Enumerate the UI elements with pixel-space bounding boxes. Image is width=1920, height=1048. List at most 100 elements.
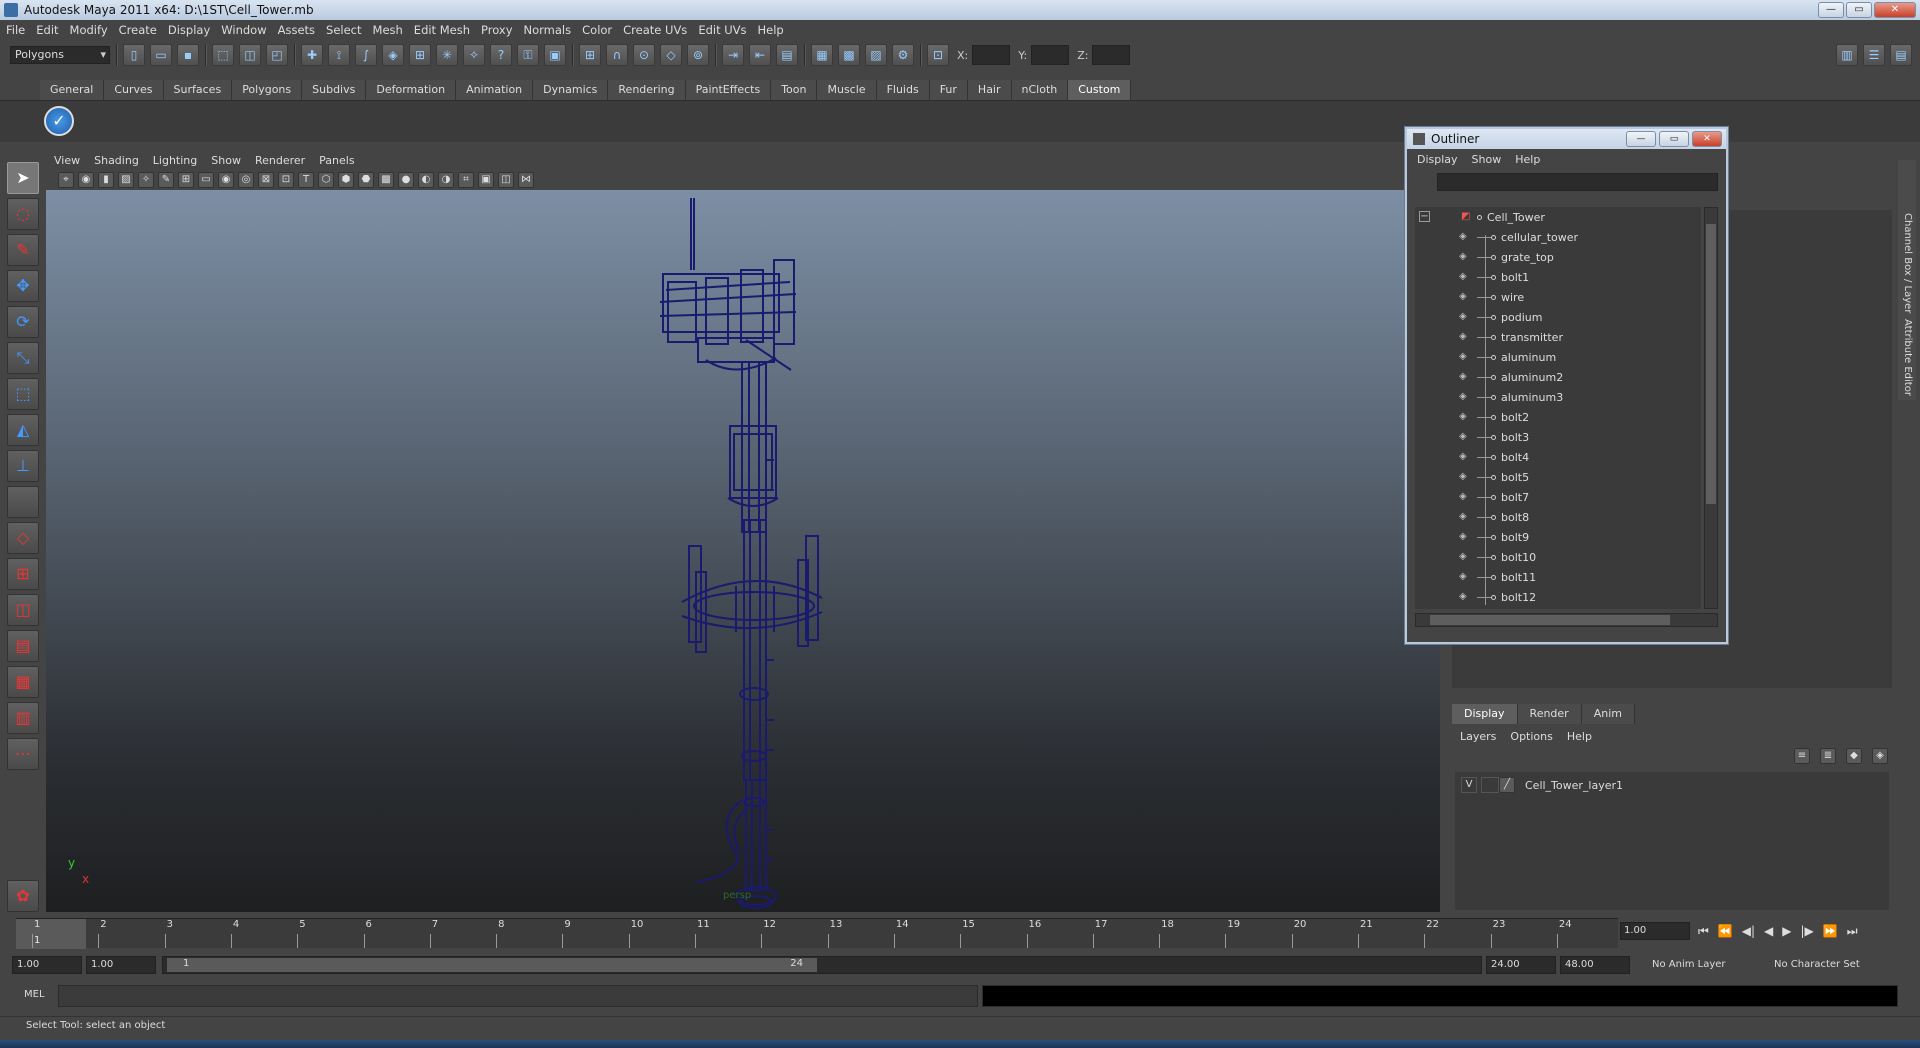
y-field[interactable] — [1031, 45, 1070, 65]
character-set-dropdown[interactable]: No Character Set — [1770, 956, 1890, 974]
shelf-tab-hair[interactable]: Hair — [967, 80, 1012, 100]
menu-normals[interactable]: Normals — [524, 23, 572, 37]
viewport-menu-view[interactable]: View — [54, 154, 80, 167]
lasso-tool-icon[interactable]: ◌ — [7, 198, 39, 230]
step-forward-frame-icon[interactable]: |▶ — [1801, 924, 1814, 939]
safe-action-icon[interactable]: ⊡ — [278, 172, 294, 188]
persp-graph-hypergraph-layout-icon[interactable]: ▥ — [7, 702, 39, 734]
menu-display[interactable]: Display — [168, 23, 210, 37]
menu-create-uvs[interactable]: Create UVs — [623, 23, 687, 37]
menu-select[interactable]: Select — [326, 23, 361, 37]
outliner-item[interactable]: ◈ aluminum3 — [1415, 387, 1701, 407]
playback-start-field[interactable]: 1.00 — [86, 956, 156, 974]
menu-edit-mesh[interactable]: Edit Mesh — [414, 23, 470, 37]
shelf-tab-general[interactable]: General — [40, 80, 105, 100]
smooth-shade-icon[interactable]: ⬢ — [338, 172, 354, 188]
outliner-minimize-button[interactable]: — — [1626, 131, 1656, 147]
outliner-item[interactable]: ◈ cellular_tower — [1415, 227, 1701, 247]
scene-end-field[interactable]: 48.00 — [1560, 956, 1630, 974]
outliner-item[interactable]: ◈ bolt2 — [1415, 407, 1701, 427]
snap-curve-icon[interactable]: ∩ — [606, 44, 628, 66]
menu-edit-uvs[interactable]: Edit UVs — [698, 23, 746, 37]
range-slider[interactable]: 1 24 — [162, 956, 1482, 974]
shelf-tab-animation[interactable]: Animation — [456, 80, 534, 100]
grease-pencil-icon[interactable]: ✎ — [158, 172, 174, 188]
menu-create[interactable]: Create — [119, 23, 157, 37]
snap-grid-icon[interactable]: ⊞ — [579, 44, 601, 66]
shelf-tab-fur[interactable]: Fur — [929, 80, 968, 100]
save-scene-icon[interactable]: ▪ — [177, 44, 199, 66]
new-scene-icon[interactable]: ▯ — [123, 44, 145, 66]
viewport-menu-renderer[interactable]: Renderer — [255, 154, 305, 167]
shelf-tab-painteffects[interactable]: PaintEffects — [685, 80, 772, 100]
all-lights-icon[interactable]: ◐ — [418, 172, 434, 188]
menu-modify[interactable]: Modify — [70, 23, 108, 37]
viewport-menu-lighting[interactable]: Lighting — [153, 154, 197, 167]
grid-toggle-icon[interactable]: ⊞ — [178, 172, 194, 188]
menu-assets[interactable]: Assets — [278, 23, 315, 37]
step-back-frame-icon[interactable]: ◀| — [1742, 924, 1755, 939]
select-surfaces-icon[interactable]: ◈ — [382, 44, 404, 66]
select-handles-icon[interactable]: ✚ — [301, 44, 323, 66]
ipr-render-icon[interactable]: ▨ — [865, 44, 887, 66]
play-forwards-icon[interactable]: ▶ — [1782, 924, 1791, 939]
backface-icon[interactable]: ⋈ — [518, 172, 534, 188]
construction-history-icon[interactable]: ▤ — [776, 44, 798, 66]
menu-color[interactable]: Color — [582, 23, 612, 37]
resolution-gate-icon[interactable]: ◉ — [218, 172, 234, 188]
outliner-item-root[interactable]: − ◩ Cell_Tower — [1415, 207, 1701, 227]
output-ops-icon[interactable]: ⇤ — [749, 44, 771, 66]
shelf-tab-dynamics[interactable]: Dynamics — [533, 80, 609, 100]
layout-options-icon[interactable]: ⋯ — [7, 738, 39, 770]
select-dynamics-icon[interactable]: ✳ — [436, 44, 458, 66]
input-field-mode-icon[interactable]: ⊡ — [927, 44, 949, 66]
xray-joints-icon[interactable]: ◫ — [498, 172, 514, 188]
paint-select-tool-icon[interactable]: ✎ — [7, 234, 39, 266]
go-to-end-icon[interactable]: ⏭ — [1847, 924, 1858, 939]
safe-title-icon[interactable]: T — [298, 172, 314, 188]
select-component-icon[interactable]: ◰ — [266, 44, 288, 66]
toggle-channel-box-icon[interactable]: ▤ — [1890, 44, 1912, 66]
step-back-key-icon[interactable]: ⏪ — [1718, 924, 1733, 939]
four-view-layout-icon[interactable]: ⊞ — [7, 558, 39, 590]
hypershade-layout-icon[interactable]: ▦ — [7, 666, 39, 698]
range-slider-thumb[interactable]: 1 24 — [167, 958, 817, 972]
minimize-button[interactable]: — — [1818, 2, 1844, 18]
shelf-tab-surfaces[interactable]: Surfaces — [163, 80, 233, 100]
play-backwards-icon[interactable]: ◀ — [1764, 924, 1773, 939]
paint-effects-icon[interactable]: ✿ — [7, 880, 39, 912]
input-ops-icon[interactable]: ⇥ — [722, 44, 744, 66]
show-manipulator-icon[interactable]: ⊥ — [7, 450, 39, 482]
outliner-filter-input[interactable] — [1437, 173, 1718, 191]
menu-window[interactable]: Window — [221, 23, 266, 37]
render-frame-icon[interactable]: ▩ — [838, 44, 860, 66]
shelf-tab-curves[interactable]: Curves — [104, 80, 164, 100]
xray-icon[interactable]: ▣ — [478, 172, 494, 188]
open-scene-icon[interactable]: ▭ — [150, 44, 172, 66]
playback-end-field[interactable]: 24.00 — [1486, 956, 1556, 974]
layer-visibility-toggle[interactable]: V — [1461, 777, 1477, 793]
isolate-select-icon[interactable]: ⌗ — [458, 172, 474, 188]
move-layer-down-icon[interactable]: ≣ — [1820, 748, 1836, 764]
outliner-item[interactable]: ◈ bolt12 — [1415, 587, 1701, 607]
move-layer-up-icon[interactable]: ≡ — [1794, 748, 1810, 764]
outliner-item[interactable]: ◈ aluminum2 — [1415, 367, 1701, 387]
select-deformations-icon[interactable]: ⊞ — [409, 44, 431, 66]
toggle-attribute-editor-icon[interactable]: ▥ — [1836, 44, 1858, 66]
layer-tab-anim[interactable]: Anim — [1581, 704, 1635, 724]
outliner-item[interactable]: ◈ transmitter — [1415, 327, 1701, 347]
outliner-item[interactable]: ◈ bolt3 — [1415, 427, 1701, 447]
shelf-tab-ncloth[interactable]: nCloth — [1011, 80, 1069, 100]
layer-menu-help[interactable]: Help — [1567, 730, 1592, 743]
shelf-tab-subdivs[interactable]: Subdivs — [302, 80, 367, 100]
perspective-viewport[interactable]: y x persp — [46, 190, 1440, 912]
outliner-menu-help[interactable]: Help — [1515, 153, 1540, 166]
outliner-item[interactable]: ◈ bolt10 — [1415, 547, 1701, 567]
layer-row[interactable]: V ╱ Cell_Tower_layer1 — [1461, 776, 1623, 794]
scene-start-field[interactable]: 1.00 — [12, 956, 82, 974]
current-time-marker[interactable]: 1 — [16, 919, 86, 949]
move-tool-icon[interactable]: ✥ — [7, 270, 39, 302]
create-empty-layer-icon[interactable]: ◆ — [1846, 748, 1862, 764]
select-rendering-icon[interactable]: ✧ — [463, 44, 485, 66]
lock-selection-icon[interactable]: ⚿ — [517, 44, 539, 66]
